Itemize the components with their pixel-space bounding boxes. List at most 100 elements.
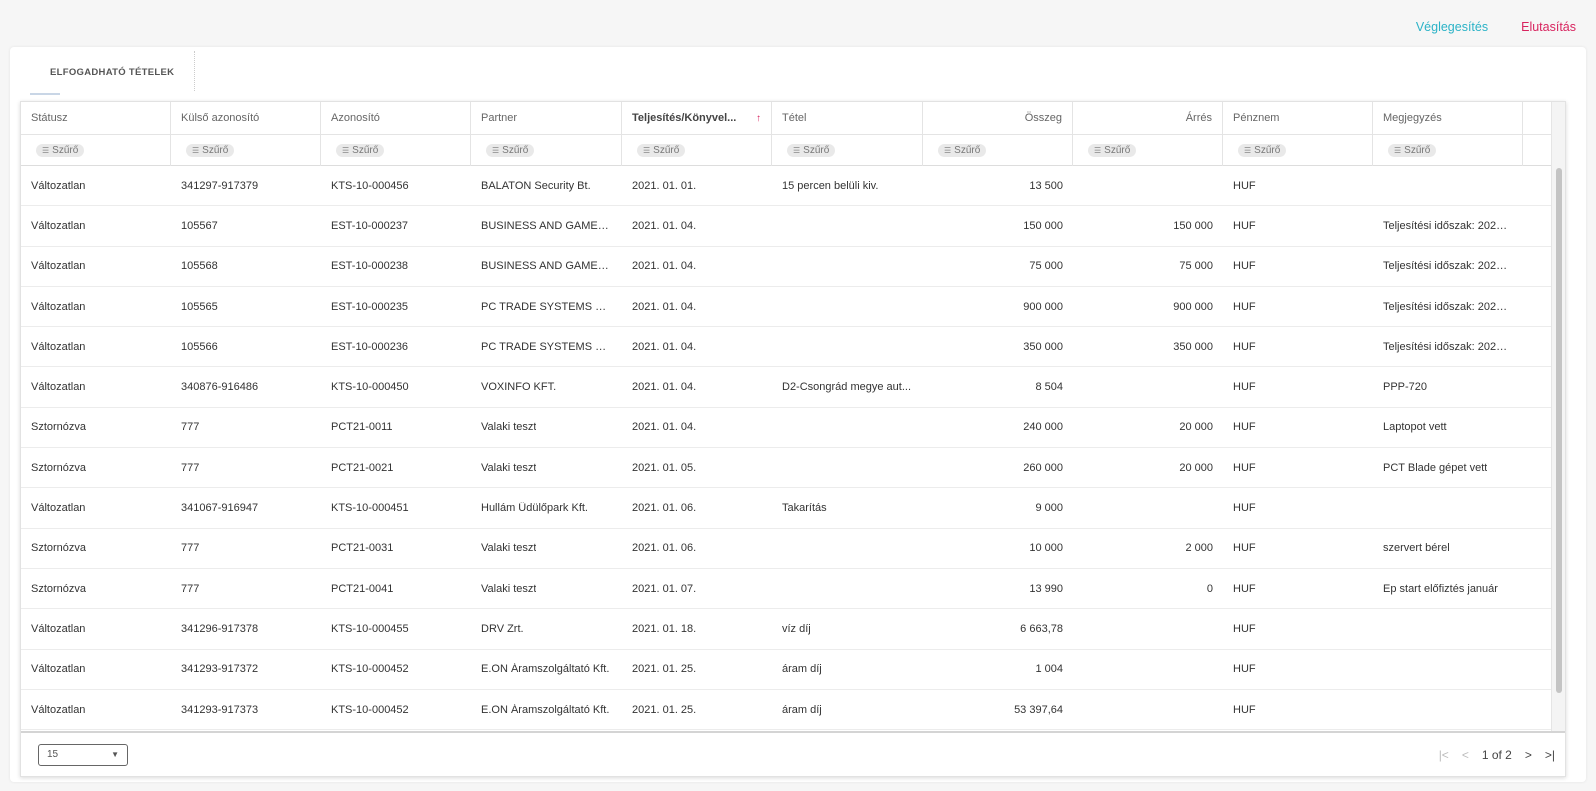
column-header-margin[interactable]: Árrés [1073,102,1223,134]
cell-text: HUF [1233,461,1256,474]
cell-text: 2021. 01. 01. [632,179,697,192]
table-row[interactable]: Változatlan 105565 EST-10-000235 PC TRADE S… [21,287,1553,328]
cell-margin [1073,690,1223,729]
page-size-select[interactable]: 15 ▼ [38,743,128,766]
column-header-date[interactable]: Teljesítés/Könyvel... ↑ [622,102,772,134]
cell-text: Változatlan [31,219,86,232]
column-header-label: Partner [481,112,518,124]
cell-amount: 8 504 [923,367,1073,406]
next-page-icon[interactable]: > [1525,748,1532,762]
filter-button[interactable]: ☰ Szűrő [938,144,987,157]
cell-text: 9 000 [1035,502,1063,515]
cell-currency: HUF [1223,166,1373,205]
filter-cell-item: ☰ Szűrő [772,135,923,166]
cell-date: 2021. 01. 07. [622,569,772,608]
cell-partner: BUSINESS AND GAMES ... [471,247,622,286]
cell-text: 777 [181,421,200,434]
column-header-partner[interactable]: Partner [471,102,622,134]
prev-page-icon[interactable]: < [1462,748,1469,762]
cell-text: 2021. 01. 04. [632,421,697,434]
cell-text: Valaki teszt [481,582,537,595]
cell-text: 341296-917378 [181,622,259,635]
table-row[interactable]: Sztornózva 777 PCT21-0021 Valaki teszt 2021.… [21,448,1553,489]
filter-button[interactable]: ☰ Szűrő [1388,144,1437,157]
column-header-item[interactable]: Tétel [772,102,923,134]
cell-partner: E.ON Áramszolgáltató Kft. [471,690,622,729]
cell-currency: HUF [1223,408,1373,447]
cell-item [772,569,923,608]
cell-ext_id: 105567 [171,206,321,245]
cell-text: 240 000 [1023,421,1063,434]
cell-text: HUF [1233,582,1256,595]
cell-text: 2021. 01. 07. [632,582,697,595]
filter-label: Szűrő [202,145,229,156]
sort-ascending-icon[interactable]: ↑ [756,113,761,124]
tab-acceptable-items[interactable]: Elfogadható tételek [30,51,194,95]
table-row[interactable]: Sztornózva 777 PCT21-0031 Valaki teszt 2021.… [21,529,1553,569]
filter-cell-amount: ☰ Szűrő [923,135,1073,166]
cell-text: 13 990 [1029,582,1063,595]
column-header-ext_id[interactable]: Külső azonosító [171,102,321,134]
cell-text: Változatlan [31,703,86,716]
first-page-icon[interactable]: |< [1439,748,1449,762]
cell-ext_id: 341293-917373 [171,690,321,729]
filter-button[interactable]: ☰ Szűrő [486,144,535,157]
table-row[interactable]: Változatlan 341067-916947 KTS-10-000451 Hul… [21,488,1553,529]
table-row[interactable]: Változatlan 341296-917378 KTS-10-000455 DRV… [21,609,1553,650]
finalize-button[interactable]: Véglegesítés [1416,20,1488,34]
cell-margin: 75 000 [1073,247,1223,286]
cell-text: KTS-10-000451 [331,502,409,515]
column-header-note[interactable]: Megjegyzés [1373,102,1523,134]
cell-ext_id: 341297-917379 [171,166,321,205]
cell-item [772,448,923,487]
column-header-currency[interactable]: Pénznem [1223,102,1373,134]
table-row[interactable]: Változatlan 105566 EST-10-000236 PC TRADE S… [21,327,1553,368]
table-row[interactable]: Változatlan 341297-917379 KTS-10-000456 BAL… [21,166,1553,207]
table-row[interactable]: Változatlan 105568 EST-10-000238 BUSINESS A… [21,247,1553,287]
table-row[interactable]: Változatlan 340876-916486 KTS-10-000450 VOX… [21,367,1553,408]
cell-item [772,529,923,568]
cell-amount: 240 000 [923,408,1073,447]
cell-partner: Valaki teszt [471,569,622,608]
cell-text: Teljesítési időszak: 2021.0... [1383,340,1513,353]
cell-text: 150 000 [1023,219,1063,232]
column-header-status[interactable]: Státusz [21,102,171,134]
cell-date: 2021. 01. 01. [622,166,772,205]
filter-button[interactable]: ☰ Szűrő [637,144,686,157]
table-row[interactable]: Változatlan 105567 EST-10-000237 BUSINESS A… [21,206,1553,247]
cell-ext_id: 341296-917378 [171,609,321,648]
last-page-icon[interactable]: >| [1545,748,1555,762]
cell-ext_id: 340876-916486 [171,367,321,406]
filter-button[interactable]: ☰ Szűrő [186,144,235,157]
grid-body[interactable]: Változatlan 341297-917379 KTS-10-000456 BAL… [21,166,1553,733]
vertical-scrollbar[interactable] [1551,102,1565,733]
cell-text: 75 000 [1179,260,1213,273]
cell-partner: VOXINFO KFT. [471,367,622,406]
table-row[interactable]: Változatlan 341293-917372 KTS-10-000452 E.O… [21,650,1553,690]
cell-ext_id: 341293-917372 [171,650,321,689]
filter-button[interactable]: ☰ Szűrő [36,144,85,157]
cell-text: 341293-917373 [181,703,259,716]
filter-button[interactable]: ☰ Szűrő [1088,144,1137,157]
table-row[interactable]: Sztornózva 777 PCT21-0041 Valaki teszt 2021.… [21,569,1553,610]
cell-text: Sztornózva [31,542,87,555]
cell-text: Takarítás [782,502,827,515]
table-row[interactable]: Sztornózva 777 PCT21-0011 Valaki teszt 2021.… [21,408,1553,449]
filter-button[interactable]: ☰ Szűrő [787,144,836,157]
cell-amount: 1 004 [923,650,1073,689]
cell-partner: Hullám Üdülőpark Kft. [471,488,622,527]
column-header-id[interactable]: Azonosító [321,102,471,134]
table-row[interactable]: Változatlan 341293-917373 KTS-10-000452 E.O… [21,690,1553,731]
column-header-amount[interactable]: Összeg [923,102,1073,134]
cell-text: KTS-10-000450 [331,381,409,394]
cell-text: Valaki teszt [481,421,537,434]
cell-text: 341293-917372 [181,663,259,676]
filter-button[interactable]: ☰ Szűrő [336,144,385,157]
cell-amount: 6 663,78 [923,609,1073,648]
filter-button[interactable]: ☰ Szűrő [1238,144,1287,157]
cell-text: BUSINESS AND GAMES ... [481,260,612,273]
cell-date: 2021. 01. 06. [622,529,772,568]
scroll-thumb[interactable] [1556,168,1562,693]
column-header-label: Külső azonosító [181,112,260,124]
reject-button[interactable]: Elutasítás [1521,20,1576,34]
